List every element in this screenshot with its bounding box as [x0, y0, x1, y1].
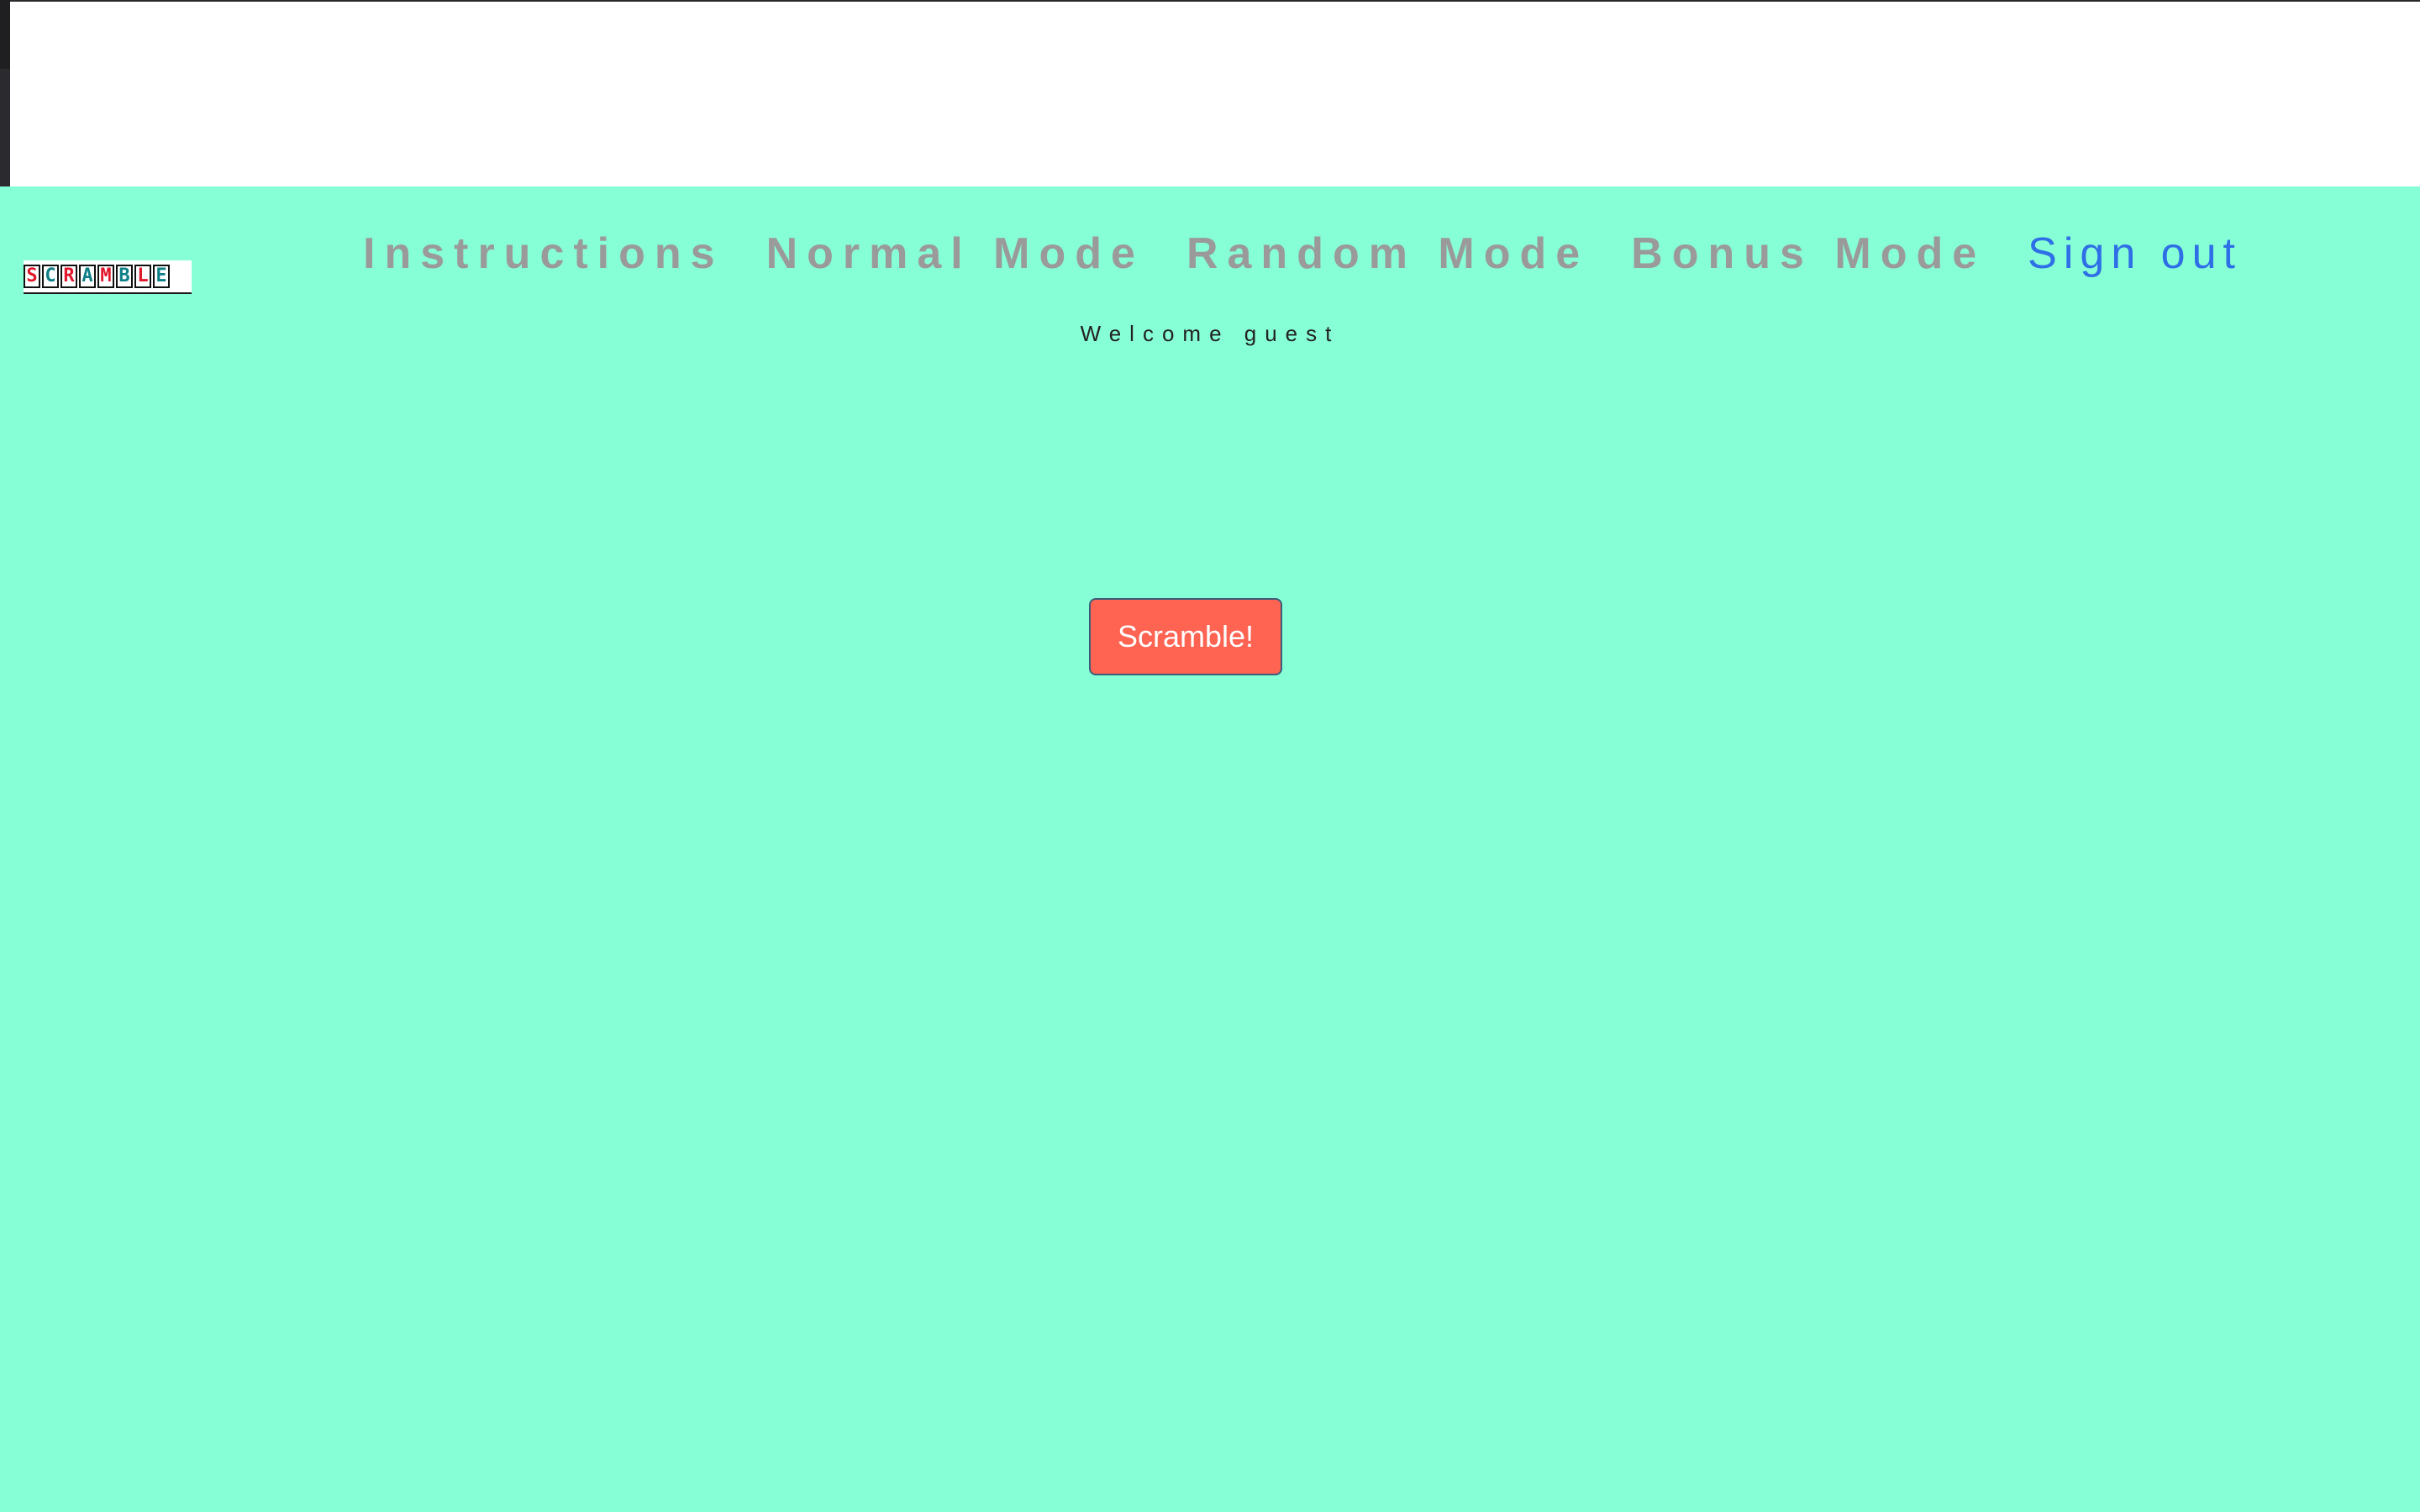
nav-instructions[interactable]: Instructions — [363, 227, 724, 281]
top-border — [0, 0, 2420, 2]
app-body: S C R A M B L E Instructions Normal Mode… — [0, 186, 2420, 1512]
welcome-message: Welcome guest — [0, 321, 2420, 347]
welcome-text: Welcome guest — [1080, 321, 1340, 346]
left-edge-top — [0, 0, 10, 69]
nav-bonus-mode[interactable]: Bonus Mode — [1631, 227, 1986, 281]
nav-random-mode[interactable]: Random Mode — [1186, 227, 1589, 281]
browser-top-area — [0, 0, 2420, 186]
scramble-button[interactable]: Scramble! — [1089, 598, 1282, 675]
nav-sign-out[interactable]: Sign out — [2028, 227, 2242, 281]
nav-normal-mode[interactable]: Normal Mode — [766, 227, 1144, 281]
main-nav: Instructions Normal Mode Random Mode Bon… — [0, 227, 2420, 281]
